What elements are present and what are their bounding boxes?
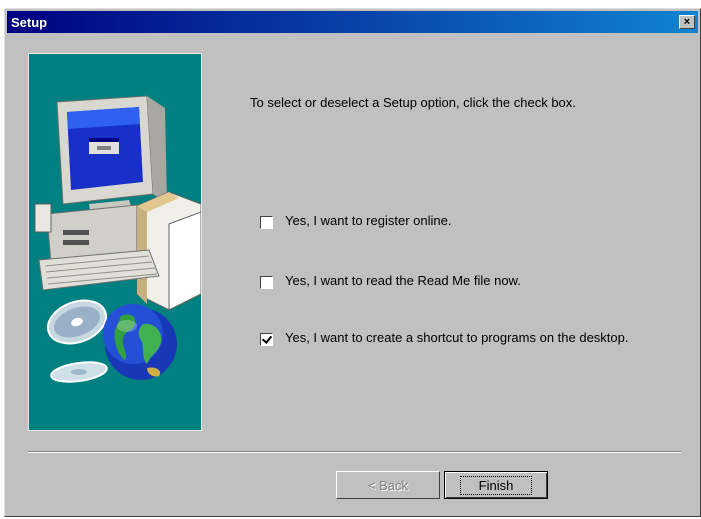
globe-icon <box>103 304 177 380</box>
close-button[interactable]: × <box>679 15 695 29</box>
setup-illustration <box>28 53 202 431</box>
instruction-text: To select or deselect a Setup option, cl… <box>250 95 576 110</box>
computer-icon <box>34 95 201 311</box>
option-read-me[interactable]: Yes, I want to read the Read Me file now… <box>260 273 665 289</box>
close-icon: × <box>683 15 691 28</box>
desktop-shortcut-checkbox[interactable] <box>260 333 273 346</box>
option-register-online[interactable]: Yes, I want to register online. <box>260 213 665 229</box>
register-online-checkbox[interactable] <box>260 216 273 229</box>
window-title: Setup <box>11 14 48 30</box>
back-button-label: < Back <box>367 477 409 493</box>
back-button[interactable]: < Back <box>336 471 440 499</box>
illustration-graphic <box>34 95 201 383</box>
title-bar[interactable]: Setup × <box>7 11 698 33</box>
cd-icon <box>46 299 108 383</box>
register-online-label: Yes, I want to register online. <box>285 213 452 228</box>
read-me-label: Yes, I want to read the Read Me file now… <box>285 273 521 288</box>
finish-button[interactable]: Finish <box>444 471 548 499</box>
button-separator <box>28 451 681 453</box>
option-desktop-shortcut[interactable]: Yes, I want to create a shortcut to prog… <box>260 330 665 346</box>
read-me-checkbox[interactable] <box>260 276 273 289</box>
desktop-shortcut-label: Yes, I want to create a shortcut to prog… <box>285 330 629 345</box>
finish-button-label: Finish <box>459 475 533 495</box>
